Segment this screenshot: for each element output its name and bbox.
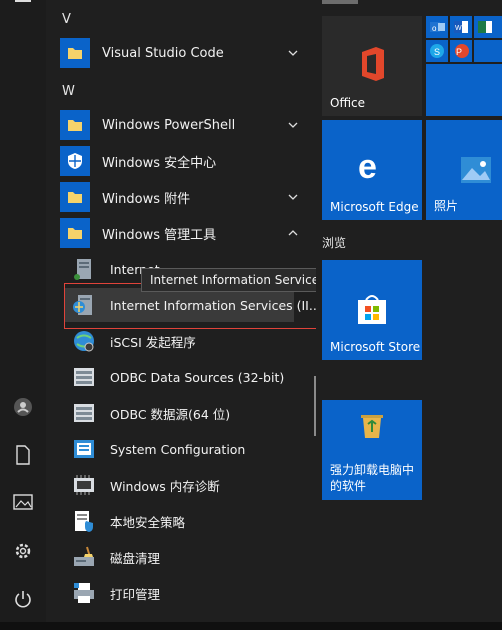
tile-microsoft-store[interactable]: Microsoft Store: [322, 260, 422, 360]
tile-group-mini: o W S P: [426, 16, 502, 116]
svg-text:o: o: [432, 24, 437, 33]
admin-item-label: ODBC 数据源(64 位): [110, 406, 231, 422]
admin-item-label: ODBC Data Sources (32-bit): [110, 369, 285, 385]
admin-item-label: 本地安全策略: [110, 514, 186, 530]
svg-text:W: W: [455, 25, 462, 32]
folder-icon: [60, 182, 90, 212]
skype-icon: S: [430, 44, 444, 58]
admin-item-secpol[interactable]: 本地安全策略: [68, 504, 338, 538]
database-grid-icon: [68, 361, 100, 393]
folder-icon: [60, 218, 90, 248]
tile-label: 照片: [434, 199, 459, 213]
office-icon: [362, 47, 384, 81]
tile-label: Microsoft Edge: [330, 200, 419, 214]
app-label: Visual Studio Code: [102, 45, 224, 61]
settings-gear-icon[interactable]: [12, 540, 34, 562]
tile-excel[interactable]: [474, 16, 502, 38]
admin-item-label: 打印管理: [110, 586, 161, 602]
app-label: Windows 管理工具: [102, 227, 217, 243]
group-header-cut: [322, 0, 362, 4]
memory-chip-icon: [68, 469, 100, 501]
admin-item-odbc64[interactable]: ODBC 数据源(64 位): [68, 396, 338, 430]
server-icon: [68, 253, 100, 285]
tile-photos[interactable]: 照片: [426, 120, 502, 220]
tile-skype[interactable]: S: [426, 40, 448, 62]
tile-mini-bottom[interactable]: [426, 64, 502, 116]
tile-uninstaller[interactable]: 强力卸载电脑中的软件: [322, 400, 422, 500]
store-icon: [358, 295, 386, 324]
word-icon: W: [454, 21, 468, 33]
svg-text:S: S: [434, 47, 440, 57]
app-admin-tools-folder[interactable]: Windows 管理工具: [60, 216, 310, 250]
svg-text:P: P: [456, 47, 462, 57]
group-header-browse[interactable]: 浏览: [322, 234, 346, 251]
app-accessories-folder[interactable]: Windows 附件: [60, 180, 310, 214]
app-windows-security[interactable]: Windows 安全中心: [60, 144, 310, 178]
tile-office[interactable]: Office: [322, 16, 422, 116]
tile-onenote[interactable]: [474, 40, 502, 62]
admin-item-iscsi[interactable]: iSCSI 发起程序: [68, 324, 338, 358]
tile-outlook[interactable]: o: [426, 16, 448, 38]
admin-item-label: System Configuration: [110, 441, 246, 457]
section-header-w[interactable]: W: [62, 84, 75, 99]
chevron-down-icon: [288, 194, 298, 200]
admin-item-label: Windows 内存诊断: [110, 478, 220, 494]
folder-icon: [60, 110, 90, 140]
tile-label: Microsoft Store: [330, 340, 421, 354]
edge-icon: e: [358, 150, 377, 182]
tile-word[interactable]: W: [450, 16, 472, 38]
section-header-v[interactable]: V: [62, 12, 71, 27]
app-vscode-folder[interactable]: Visual Studio Code: [60, 36, 310, 70]
photos-icon: [461, 157, 491, 183]
security-policy-icon: [68, 505, 100, 537]
folder-icon: [60, 38, 90, 68]
admin-item-memdiag[interactable]: Windows 内存诊断: [68, 468, 338, 502]
svg-text:e: e: [358, 150, 377, 182]
database-grid-icon: [68, 397, 100, 429]
app-label: Windows PowerShell: [102, 117, 236, 133]
app-label: Windows 安全中心: [102, 155, 217, 171]
tile-microsoft-edge[interactable]: e Microsoft Edge: [322, 120, 422, 220]
disk-cleanup-icon: [68, 541, 100, 573]
admin-item-label: 磁盘清理: [110, 550, 161, 566]
system-config-icon: [68, 433, 100, 465]
recycle-bin-icon: [361, 415, 383, 438]
admin-item-label: iSCSI 发起程序: [110, 334, 196, 350]
tile-powerpoint[interactable]: P: [450, 40, 472, 62]
power-icon[interactable]: [12, 588, 34, 610]
app-powershell-folder[interactable]: Windows PowerShell: [60, 108, 310, 142]
tiles-area: Office o W S P e Microsoft Edge 照片 浏览 Mi…: [316, 0, 502, 630]
taskbar-strip: [0, 622, 502, 630]
admin-item-diskclean[interactable]: 磁盘清理: [68, 540, 338, 574]
hamburger-icon[interactable]: [12, 0, 34, 6]
admin-item-sysconfig[interactable]: System Configuration: [68, 432, 338, 466]
outlook-icon: o: [430, 22, 445, 33]
powerpoint-icon: P: [455, 44, 469, 58]
tile-label: Office: [330, 96, 366, 110]
user-avatar-icon[interactable]: [12, 396, 34, 418]
shield-icon: [60, 146, 90, 176]
tile-label: 强力卸载电脑中的软件: [330, 463, 415, 493]
excel-icon: [478, 21, 492, 33]
chevron-up-icon: [288, 230, 298, 236]
printer-icon: [68, 577, 100, 609]
start-left-rail: [0, 0, 46, 630]
app-label: Windows 附件: [102, 191, 191, 207]
chevron-down-icon: [288, 50, 298, 56]
admin-item-odbc32[interactable]: ODBC Data Sources (32-bit): [68, 360, 338, 394]
documents-icon[interactable]: [12, 444, 34, 466]
globe-icon: [68, 325, 100, 357]
chevron-down-icon: [288, 122, 298, 128]
pictures-icon[interactable]: [12, 491, 34, 513]
admin-item-printmgmt[interactable]: 打印管理: [68, 576, 338, 610]
